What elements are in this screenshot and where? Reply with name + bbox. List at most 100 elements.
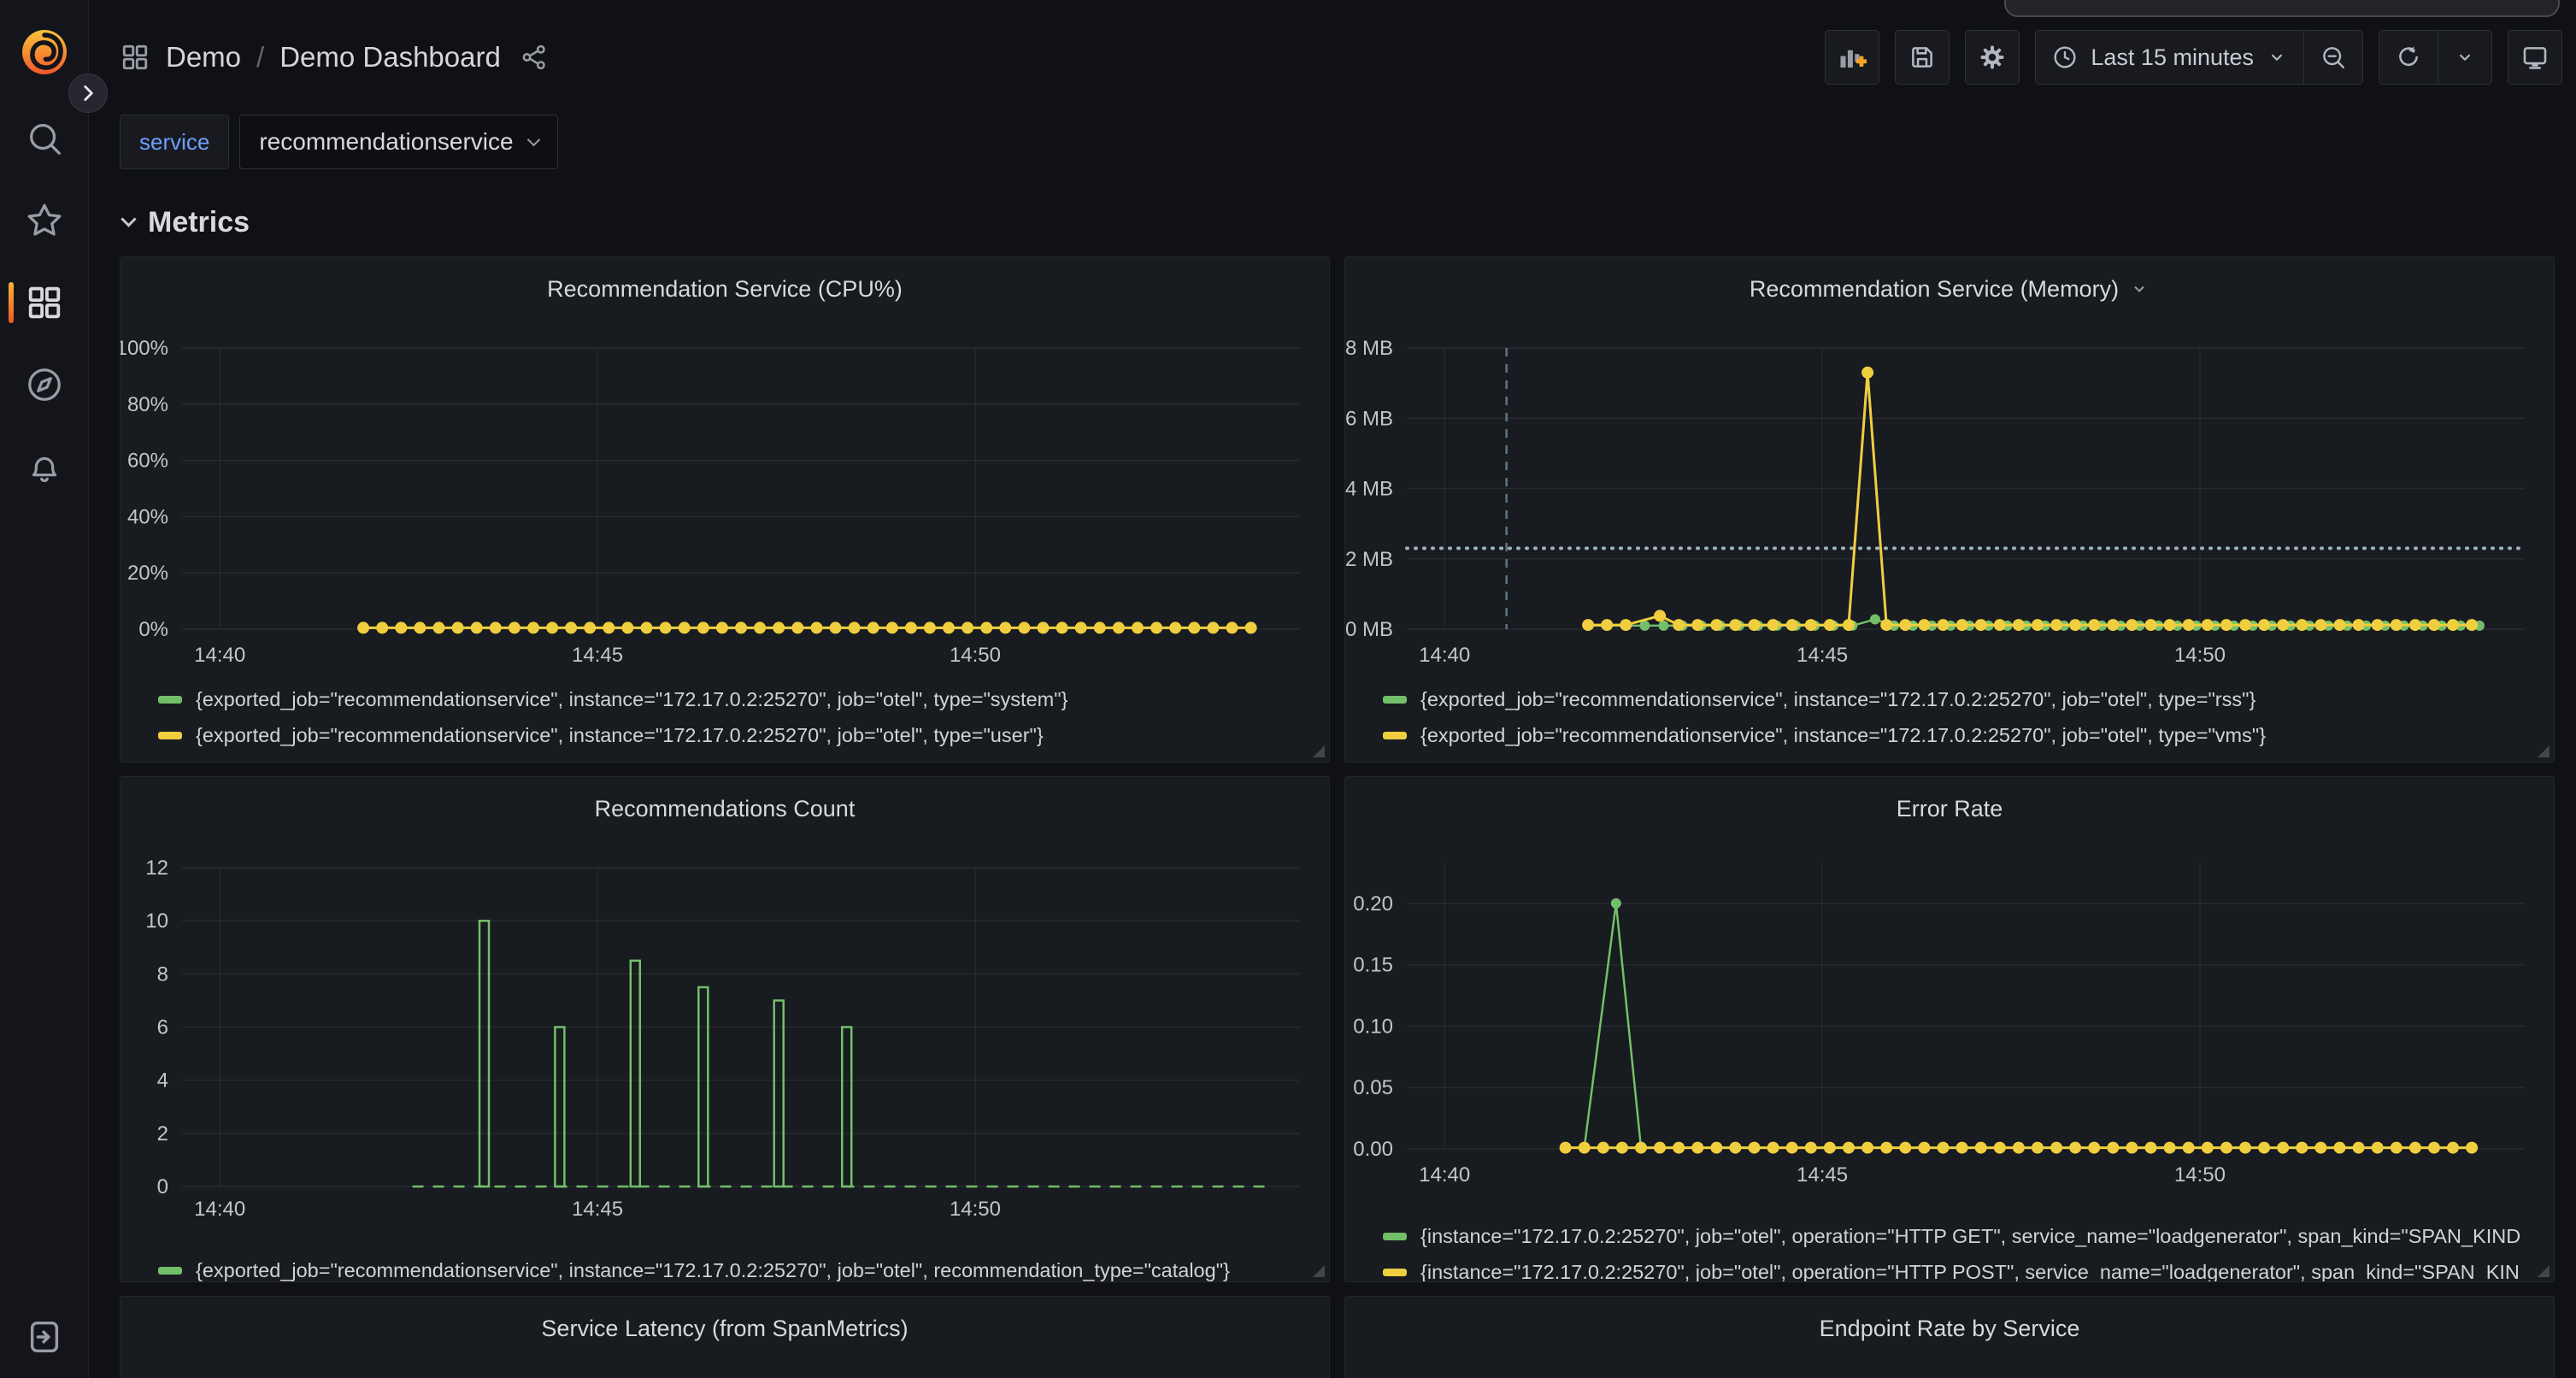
breadcrumb-dashboard[interactable]: Demo Dashboard (279, 41, 501, 74)
svg-text:20%: 20% (127, 562, 168, 585)
svg-text:0.15: 0.15 (1353, 954, 1393, 977)
sidebar (0, 0, 89, 1378)
sidebar-bottom (0, 1296, 89, 1378)
sidebar-item-explore[interactable] (0, 344, 89, 426)
zoom-out-button[interactable] (2304, 31, 2362, 84)
legend-cpu: {exported_job="recommendationservice", i… (121, 681, 1329, 753)
refresh-button[interactable] (2379, 31, 2438, 84)
legend-item[interactable]: {instance="172.17.0.2:25270", job="otel"… (1383, 1218, 2554, 1254)
refresh-interval-button[interactable] (2438, 31, 2491, 84)
panel-resize-handle[interactable] (1313, 1265, 1325, 1277)
legend-swatch (158, 732, 182, 739)
sidebar-item-dashboards[interactable] (0, 262, 89, 344)
legend-item[interactable]: {exported_job="recommendationservice", i… (1383, 681, 2554, 717)
svg-text:60%: 60% (127, 450, 168, 473)
sidebar-item-starred[interactable] (0, 180, 89, 262)
dashboard-settings-button[interactable] (1965, 30, 2020, 85)
refresh-controls (2379, 30, 2492, 85)
panel-resize-handle[interactable] (2538, 1265, 2550, 1277)
breadcrumb-separator: / (256, 41, 264, 74)
panel-resize-handle[interactable] (2538, 745, 2550, 757)
bell-icon (25, 447, 64, 486)
sidebar-item-sign-in[interactable] (0, 1296, 89, 1378)
add-panel-button[interactable] (1825, 30, 1879, 85)
legend-label: {exported_job="recommendationservice", i… (196, 688, 1067, 711)
grafana-dashboard: { "breadcrumb": { "section": "Demo", "se… (0, 0, 2576, 1378)
chevron-down-icon (2454, 46, 2476, 68)
panel-memory: Recommendation Service (Memory) 14:4014:… (1344, 256, 2555, 763)
share-icon (520, 43, 549, 72)
legend-label: {exported_job="recommendationservice", i… (1420, 724, 2266, 747)
sidebar-expand-button[interactable] (68, 74, 108, 113)
breadcrumb-folder[interactable]: Demo (166, 41, 241, 74)
panel-title-text: Recommendations Count (595, 796, 856, 822)
legend-item[interactable]: {exported_job="recommendationservice", i… (158, 1252, 1329, 1282)
save-icon (1908, 43, 1937, 72)
svg-text:14:50: 14:50 (2174, 644, 2226, 667)
legend-item[interactable]: {exported_job="recommendationservice", i… (1383, 717, 2554, 753)
legend-item[interactable]: {instance="172.17.0.2:25270", job="otel"… (1383, 1254, 2554, 1282)
svg-text:0%: 0% (138, 618, 168, 641)
tv-cycle-button[interactable] (2508, 30, 2562, 85)
sidebar-item-alerting[interactable] (0, 426, 89, 508)
legend-error-rate: {instance="172.17.0.2:25270", job="otel"… (1345, 1218, 2554, 1282)
chart-cpu[interactable]: 14:4014:4514:500%20%40%60%80%100% (121, 331, 1329, 673)
apps-grid-icon (120, 42, 150, 73)
svg-text:0.00: 0.00 (1353, 1138, 1393, 1161)
variable-selected-value: recommendationservice (259, 128, 513, 156)
chevron-down-icon (2266, 46, 2288, 68)
breadcrumb: Demo / Demo Dashboard (120, 41, 549, 74)
chevron-right-icon (77, 82, 99, 104)
panel-title[interactable]: Service Latency (from SpanMetrics) (121, 1297, 1329, 1345)
svg-text:0.10: 0.10 (1353, 1015, 1393, 1038)
chart-error-rate[interactable]: 14:4014:4514:500.000.050.100.150.20 (1345, 851, 2554, 1210)
svg-text:8 MB: 8 MB (1345, 337, 1393, 360)
clock-icon (2051, 44, 2079, 71)
legend-item[interactable]: {exported_job="recommendationservice", i… (158, 717, 1329, 753)
panel-title[interactable]: Recommendation Service (CPU%) (121, 257, 1329, 305)
svg-text:14:45: 14:45 (1797, 644, 1848, 667)
share-button[interactable] (520, 43, 549, 72)
svg-text:10: 10 (145, 910, 168, 933)
variable-label[interactable]: service (120, 115, 229, 169)
panel-resize-handle[interactable] (1313, 745, 1325, 757)
panel-title[interactable]: Recommendation Service (Memory) (1345, 257, 2554, 305)
time-range-label: Last 15 minutes (2091, 44, 2254, 71)
sign-out-icon (25, 1317, 64, 1357)
panel-service-latency: Service Latency (from SpanMetrics) (120, 1296, 1330, 1378)
panel-menu-caret-icon[interactable] (2129, 279, 2150, 299)
browser-overlay-bubble (2004, 0, 2560, 17)
panel-title-text: Error Rate (1897, 796, 2003, 822)
svg-text:0.05: 0.05 (1353, 1076, 1393, 1099)
panel-recommendations-count: Recommendations Count 14:4014:4514:50024… (120, 776, 1330, 1282)
chart-memory[interactable]: 14:4014:4514:500 MB2 MB4 MB6 MB8 MB (1345, 331, 2554, 673)
panel-title-text: Recommendation Service (CPU%) (547, 276, 903, 303)
legend-label: {exported_job="recommendationservice", i… (1420, 688, 2255, 711)
legend-memory: {exported_job="recommendationservice", i… (1345, 681, 2554, 753)
svg-text:0 MB: 0 MB (1345, 618, 1393, 641)
legend-swatch (1383, 696, 1407, 704)
variable-value-dropdown[interactable]: recommendationservice (239, 115, 557, 169)
svg-text:14:45: 14:45 (1797, 1163, 1848, 1187)
save-dashboard-button[interactable] (1895, 30, 1950, 85)
time-range-picker[interactable]: Last 15 minutes (2036, 31, 2303, 84)
legend-swatch (1383, 1269, 1407, 1276)
legend-swatch (158, 696, 182, 704)
svg-text:14:40: 14:40 (1419, 1163, 1470, 1187)
row-metrics-toggle[interactable]: Metrics (123, 203, 2576, 241)
template-variables-row: service recommendationservice (89, 106, 2576, 173)
panel-title[interactable]: Recommendations Count (121, 777, 1329, 825)
svg-text:12: 12 (145, 857, 168, 880)
legend-label: {exported_job="recommendationservice", i… (196, 1259, 1230, 1282)
chart-recommendations-count[interactable]: 14:4014:4514:50024681012 (121, 851, 1329, 1244)
svg-text:4: 4 (157, 1069, 168, 1092)
gear-icon (1978, 43, 2007, 72)
sidebar-item-search[interactable] (0, 97, 89, 180)
svg-text:14:45: 14:45 (572, 644, 623, 667)
svg-text:0: 0 (157, 1175, 168, 1198)
legend-swatch (1383, 1233, 1407, 1240)
legend-item[interactable]: {exported_job="recommendationservice", i… (158, 681, 1329, 717)
panel-title[interactable]: Endpoint Rate by Service (1345, 1297, 2554, 1345)
svg-text:14:40: 14:40 (194, 1198, 245, 1221)
panel-title[interactable]: Error Rate (1345, 777, 2554, 825)
